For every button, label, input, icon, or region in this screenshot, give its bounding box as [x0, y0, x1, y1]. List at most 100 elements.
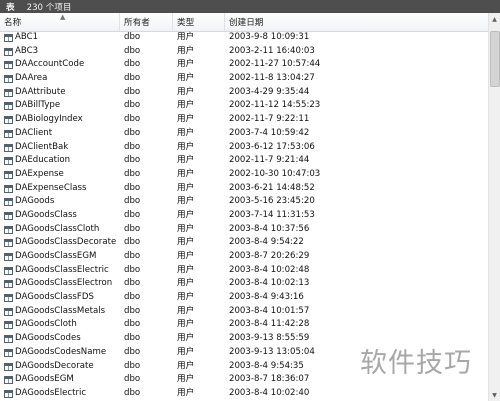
- table-name: ABC1: [15, 32, 39, 42]
- column-header-owner[interactable]: 所有者: [120, 13, 173, 31]
- table-row[interactable]: DAAttribute dbo 用户 2003-4-29 9:35:44: [0, 86, 488, 100]
- table-row[interactable]: DAExpense dbo 用户 2002-10-30 10:47:03: [0, 168, 488, 182]
- table-created-date: 2003-7-14 11:31:53: [229, 209, 315, 220]
- table-row[interactable]: DAGoods dbo 用户 2003-5-16 23:45:20: [0, 195, 488, 209]
- table-created-date: 2003-9-13 8:55:59: [229, 333, 310, 344]
- column-header-type[interactable]: 类型: [173, 13, 225, 31]
- scrollbar-thumb[interactable]: [490, 31, 500, 87]
- table-row[interactable]: DAGoodsCloth dbo 用户 2003-8-4 11:42:28: [0, 318, 488, 332]
- table-row[interactable]: DAEducation dbo 用户 2002-11-7 9:21:44: [0, 154, 488, 168]
- table-created-date: 2003-9-8 10:09:31: [229, 32, 310, 42]
- table-row[interactable]: DAGoodsClassElectron dbo 用户 2003-8-4 10:02:…: [0, 277, 488, 291]
- table-created-date: 2003-8-4 10:02:13: [229, 278, 310, 289]
- table-name: DABillType: [15, 100, 61, 111]
- table-name: DAGoods: [15, 196, 55, 207]
- table-created-date: 2003-8-4 9:54:22: [229, 237, 304, 248]
- table-type: 用户: [177, 59, 195, 70]
- vertical-scrollbar[interactable]: ▲ ▼: [488, 13, 500, 401]
- table-name: DAGoodsClassCloth: [15, 223, 100, 234]
- table-row[interactable]: DAGoodsClassCloth dbo 用户 2003-8-4 10:37:56: [0, 223, 488, 237]
- table-owner: dbo: [124, 59, 141, 70]
- table-owner: dbo: [124, 155, 141, 166]
- table-icon: [4, 47, 13, 56]
- table-icon: [4, 389, 13, 398]
- table-icon: [4, 211, 13, 220]
- table-type: 用户: [177, 319, 195, 330]
- scroll-down-icon[interactable]: ▼: [489, 389, 500, 401]
- table-icon: [4, 184, 13, 193]
- column-header-type-label: 类型: [177, 18, 195, 28]
- table-row[interactable]: DAGoodsClassFDS dbo 用户 2003-8-4 9:43:16: [0, 291, 488, 305]
- table-row[interactable]: DABiologyIndex dbo 用户 2002-11-7 9:22:11: [0, 113, 488, 127]
- table-name: DAGoodsElectric: [15, 387, 87, 398]
- title-bar: 表 230 个项目: [0, 0, 500, 13]
- table-created-date: 2003-6-21 14:48:52: [229, 182, 315, 193]
- table-created-date: 2003-8-7 20:26:29: [229, 251, 310, 261]
- table-created-date: 2003-8-4 10:02:40: [229, 387, 310, 398]
- table-icon: [4, 198, 13, 207]
- table-icon: [4, 348, 13, 357]
- table-created-date: 2002-11-8 13:04:27: [229, 73, 315, 84]
- table-icon: [4, 362, 13, 371]
- table-type: 用户: [177, 155, 195, 166]
- table-owner: dbo: [124, 114, 141, 125]
- table-owner: dbo: [124, 209, 141, 220]
- table-row[interactable]: DAGoodsClassDecorate dbo 用户 2003-8-4 9:54:2…: [0, 236, 488, 250]
- table-type: 用户: [177, 114, 195, 125]
- column-header-date[interactable]: 创建日期: [225, 13, 488, 31]
- table-created-date: 2003-8-4 9:43:16: [229, 292, 304, 303]
- table-owner: dbo: [124, 127, 141, 138]
- table-owner: dbo: [124, 45, 141, 56]
- table-name: DAGoodsClass: [15, 209, 77, 220]
- table-icon: [4, 376, 13, 385]
- column-header: 名称 ▲ 所有者 类型 创建日期: [0, 13, 488, 32]
- table-name: DAGoodsCodes: [15, 333, 81, 344]
- table-created-date: 2003-5-16 23:45:20: [229, 196, 315, 207]
- table-icon: [4, 102, 13, 111]
- scroll-up-icon[interactable]: ▲: [489, 13, 500, 25]
- table-row[interactable]: DAGoodsElectric dbo 用户 2003-8-4 10:02:40: [0, 387, 488, 401]
- table-row[interactable]: DAGoodsClassMetals dbo 用户 2003-8-4 10:01:57: [0, 305, 488, 319]
- table-row[interactable]: DAClientBak dbo 用户 2003-6-12 17:53:06: [0, 141, 488, 155]
- table-icon: [4, 321, 13, 330]
- table-owner: dbo: [124, 333, 141, 344]
- table-created-date: 2003-4-29 9:35:44: [229, 86, 310, 97]
- table-name: DAGoodsCodesName: [15, 346, 107, 357]
- table-name: DAGoodsCloth: [15, 319, 77, 330]
- table-created-date: 2002-11-7 9:22:11: [229, 114, 310, 125]
- table-name: DAGoodsClassElectron: [15, 278, 113, 289]
- table-name: DAEducation: [15, 155, 71, 166]
- table-type: 用户: [177, 100, 195, 111]
- table-row[interactable]: DAGoodsClass dbo 用户 2003-7-14 11:31:53: [0, 209, 488, 223]
- table-owner: dbo: [124, 292, 141, 303]
- table-row[interactable]: DAGoodsClassElectric dbo 用户 2003-8-4 10:02:…: [0, 264, 488, 278]
- table-icon: [4, 75, 13, 84]
- table-row[interactable]: DAArea dbo 用户 2002-11-8 13:04:27: [0, 72, 488, 86]
- table-owner: dbo: [124, 182, 141, 193]
- table-row[interactable]: ABC3 dbo 用户 2003-2-11 16:40:03: [0, 45, 488, 59]
- table-row[interactable]: DAClient dbo 用户 2003-7-4 10:59:42: [0, 127, 488, 141]
- table-created-date: 2003-2-11 16:40:03: [229, 45, 315, 56]
- table-icon: [4, 307, 13, 316]
- table-owner: dbo: [124, 360, 141, 371]
- table-owner: dbo: [124, 346, 141, 357]
- table-owner: dbo: [124, 168, 141, 179]
- table-row[interactable]: DAGoodsClassEGM dbo 用户 2003-8-7 20:26:29: [0, 250, 488, 264]
- table-row[interactable]: ABC1 dbo 用户 2003-9-8 10:09:31: [0, 31, 488, 45]
- table-created-date: 2003-8-4 10:01:57: [229, 305, 310, 316]
- table-created-date: 2002-11-12 14:55:23: [229, 100, 321, 111]
- table-name: DAGoodsClassElectric: [15, 264, 109, 275]
- column-header-name[interactable]: 名称 ▲: [0, 13, 120, 31]
- table-name: DAAccountCode: [15, 59, 85, 70]
- table-row[interactable]: DAExpenseClass dbo 用户 2003-6-21 14:48:52: [0, 182, 488, 196]
- table-owner: dbo: [124, 141, 141, 152]
- table-icon: [4, 157, 13, 166]
- table-owner: dbo: [124, 319, 141, 330]
- table-type: 用户: [177, 196, 195, 207]
- table-type: 用户: [177, 141, 195, 152]
- table-row[interactable]: DABillType dbo 用户 2002-11-12 14:55:23: [0, 99, 488, 113]
- table-row[interactable]: DAAccountCode dbo 用户 2002-11-27 10:57:44: [0, 58, 488, 72]
- table-type: 用户: [177, 86, 195, 97]
- table-icon: [4, 280, 13, 289]
- table-owner: dbo: [124, 73, 141, 84]
